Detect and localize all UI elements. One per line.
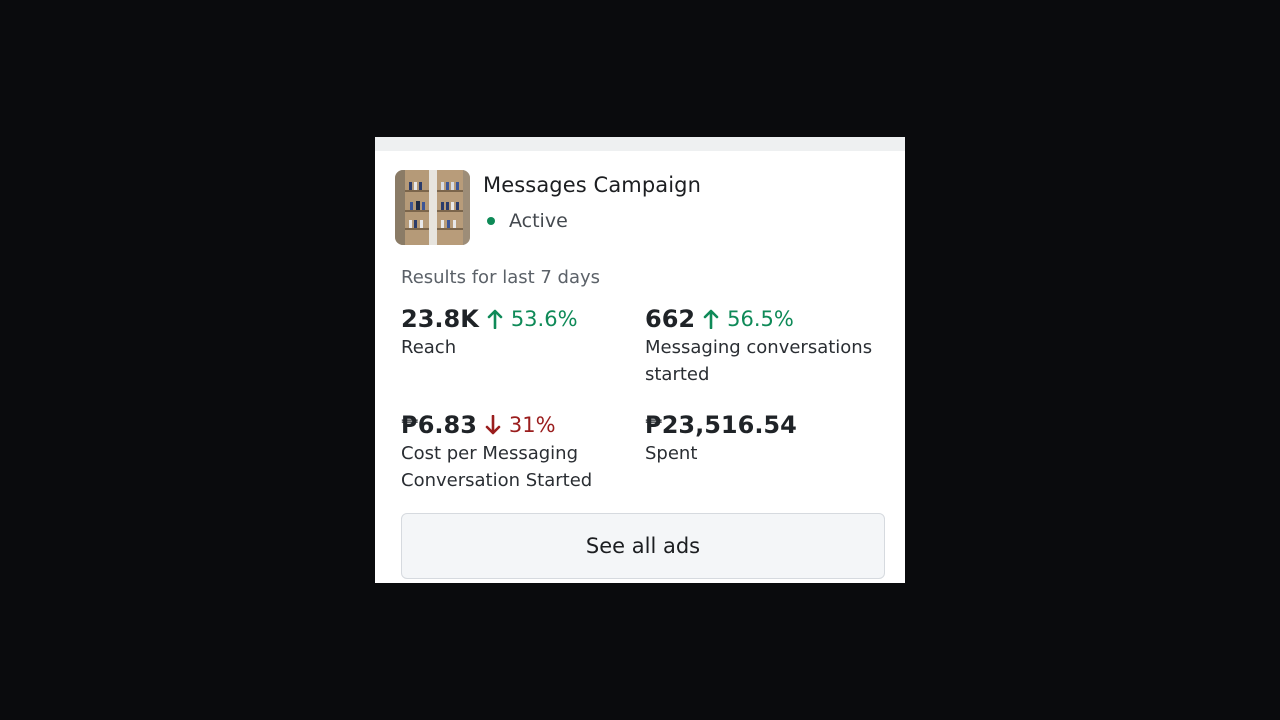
metric-label: Reach [401,337,457,358]
status-label: Active [509,210,568,232]
campaign-thumbnail[interactable] [395,170,470,245]
metric-spent: ₱23,516.54 Spent [645,410,885,467]
see-all-ads-button[interactable]: See all ads [401,513,885,579]
metric-label: Cost per Messaging Conversation Started [401,443,593,491]
metric-delta: 31% [485,413,556,437]
metric-label: Spent [645,443,698,464]
shelf-photo-icon [395,170,470,245]
metric-value: ₱23,516.54 [645,411,797,439]
arrow-up-icon [703,309,719,329]
campaign-status: Active [487,209,568,233]
metric-cost-per-conversation: ₱6.83 31% Cost per Messaging Conversatio… [401,410,641,494]
metric-delta: 53.6% [487,307,578,331]
campaign-card: Messages Campaign Active Results for las… [375,137,905,583]
metric-delta-value: 53.6% [510,307,578,331]
metric-label: Messaging conversations started [645,337,873,385]
metric-value: 23.8K [401,305,479,333]
metric-delta-value: 31% [508,413,556,437]
card-top-strip [375,137,905,151]
metric-delta-value: 56.5% [727,307,794,331]
metric-value: ₱6.83 [401,411,477,439]
metric-delta: 56.5% [703,307,794,331]
metric-reach: 23.8K 53.6% Reach [401,304,641,361]
campaign-title[interactable]: Messages Campaign [483,173,701,197]
metric-messaging-conversations: 662 56.5% Messaging conversations starte… [645,304,885,388]
arrow-down-icon [485,415,501,435]
status-dot-icon [487,217,495,225]
arrow-up-icon [487,309,503,329]
results-period-label: Results for last 7 days [401,267,601,288]
metric-value: 662 [645,305,696,333]
